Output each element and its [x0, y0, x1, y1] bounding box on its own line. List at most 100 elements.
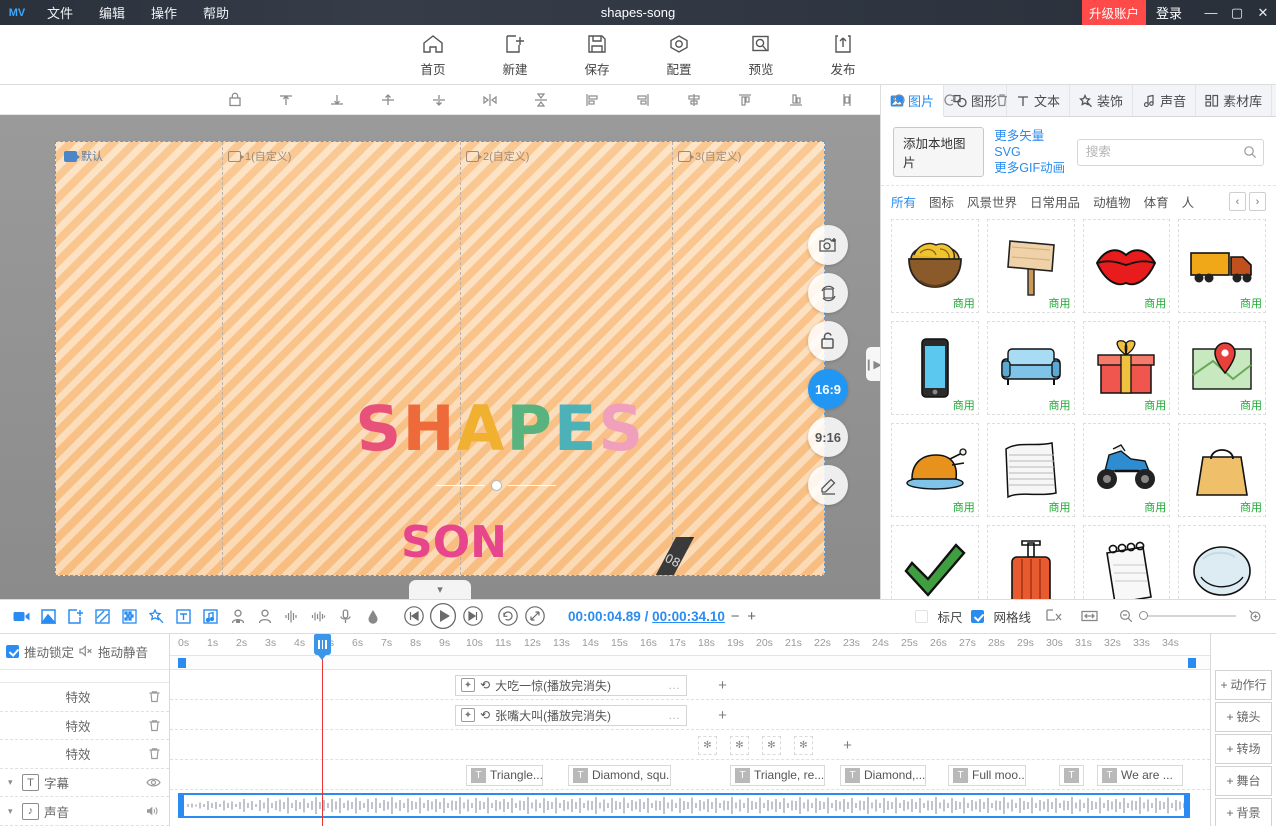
add-transition-button[interactable]: + 转场 [1215, 733, 1272, 764]
search-input[interactable] [1076, 138, 1264, 166]
eye-icon[interactable] [146, 777, 161, 788]
range-end-handle[interactable] [1188, 657, 1196, 668]
scene-label-default[interactable]: 默认 [64, 148, 103, 164]
range-start-handle[interactable] [178, 657, 186, 668]
track-row-effect-3[interactable]: ✻ ✻ ✻ ✻ + [170, 730, 1210, 760]
align-top-icon[interactable] [279, 92, 293, 108]
scene-label-1[interactable]: 1(自定义) [228, 148, 291, 164]
tab-sound[interactable]: 声音 [1133, 85, 1197, 116]
login-button[interactable]: 登录 [1156, 3, 1182, 22]
align-top2-icon[interactable] [738, 92, 752, 108]
add-background-button[interactable]: + 背景 [1215, 797, 1272, 826]
track-row-effect-1[interactable]: ✦ ⟲ 大吃一惊(播放完消失) … + [170, 670, 1210, 700]
chevron-down-icon[interactable]: ▾ [8, 777, 22, 788]
total-time[interactable]: 00:00:34.10 [652, 609, 725, 624]
add-effect-button[interactable]: + [713, 675, 732, 696]
subtitle-clip[interactable]: T Diamond, squ... [568, 764, 671, 786]
ratio-9-16-button[interactable]: 9:16 [808, 417, 848, 457]
trash-icon[interactable] [148, 690, 161, 703]
close-button[interactable]: ✕ [1250, 0, 1276, 25]
subtitle-clip[interactable]: T Diamond,... [840, 764, 926, 786]
playhead-line[interactable] [322, 633, 323, 826]
push-lock-checkbox[interactable] [6, 644, 19, 658]
asset-item-suitcase[interactable] [986, 525, 1075, 599]
ratio-16-9-button[interactable]: 16:9 [808, 369, 848, 409]
zoom-track[interactable] [1139, 611, 1236, 621]
play-button[interactable] [427, 600, 459, 632]
playhead-handle[interactable] [314, 633, 331, 660]
canvas-subtitle-text[interactable]: SON [401, 517, 507, 568]
zoom-slider[interactable] [1112, 603, 1268, 630]
scene-label-2[interactable]: 2(自定义) [466, 148, 529, 164]
fullscreen-icon[interactable] [521, 603, 548, 630]
timeline-marker-row[interactable] [170, 655, 1210, 670]
asset-item-red-lips[interactable]: 商用 [1082, 219, 1171, 313]
asset-item-noodle-bowl[interactable]: 商用 [891, 219, 979, 313]
audio-clip-right-handle[interactable] [1184, 794, 1188, 816]
effect-chip[interactable]: ✻ [730, 735, 749, 755]
align-middle-icon[interactable] [381, 92, 395, 108]
distribute-v-icon[interactable] [432, 92, 446, 108]
align-center-icon[interactable] [687, 92, 701, 108]
stage-collapse-tab[interactable]: ▾ [409, 579, 471, 599]
video-canvas[interactable]: 默认 1(自定义) 2(自定义) 3(自定义) SHAPES SON 08 [55, 141, 825, 576]
toolbar-preview-button[interactable]: 预览 [739, 32, 783, 78]
asset-item-gift-box[interactable]: 商用 [1082, 321, 1171, 415]
asset-item-truck[interactable]: 商用 [1178, 219, 1266, 313]
upgrade-account-button[interactable]: 升级账户 [1081, 0, 1146, 25]
mosaic-icon[interactable] [116, 603, 143, 630]
next-frame-icon[interactable] [459, 603, 486, 630]
add-camera-button[interactable]: + 镜头 [1215, 701, 1272, 732]
undo-icon[interactable] [891, 92, 906, 108]
trash-icon[interactable] [148, 747, 161, 760]
maximize-button[interactable]: ▢ [1224, 0, 1250, 25]
asset-item-bowl[interactable] [1178, 525, 1266, 599]
redo-icon[interactable] [943, 92, 958, 108]
subtitle-clip[interactable]: T [1059, 764, 1084, 786]
tab-library[interactable]: 素材库 [1196, 85, 1273, 116]
zoom-in-icon[interactable] [1241, 603, 1268, 630]
tab-decoration[interactable]: 装饰 [1070, 85, 1134, 116]
prev-frame-icon[interactable] [400, 603, 427, 630]
zoom-out-icon[interactable] [1112, 603, 1139, 630]
add-snapshot-icon[interactable] [808, 225, 848, 265]
toolbar-home-button[interactable]: 首页 [411, 32, 455, 78]
category-nature[interactable]: 动植物 [1093, 192, 1131, 211]
track-header-subtitle[interactable]: ▾ T 字幕 [0, 769, 169, 798]
category-all[interactable]: 所有 [891, 192, 916, 211]
refresh-icon[interactable] [808, 273, 848, 313]
trash-icon[interactable] [148, 719, 161, 732]
mic-icon[interactable] [332, 603, 359, 630]
asset-item-smartphone[interactable]: 商用 [891, 321, 979, 415]
category-sports[interactable]: 体育 [1144, 192, 1169, 211]
text-tool-icon[interactable] [170, 603, 197, 630]
tab-text[interactable]: 文本 [1007, 85, 1071, 116]
category-daily[interactable]: 日常用品 [1030, 192, 1080, 211]
track-header-effect-2[interactable]: 特效 [0, 712, 169, 741]
asset-item-motorcycle[interactable]: 商用 [1082, 423, 1171, 517]
magic-wand-icon[interactable] [143, 603, 170, 630]
align-right-icon[interactable] [636, 92, 650, 108]
effect-chip[interactable]: ✻ [762, 735, 781, 755]
canvas-title-text[interactable]: SHAPES [354, 390, 645, 466]
track-row-subtitle[interactable]: T Triangle... T Diamond, squ... T Triang… [170, 760, 1210, 790]
asset-item-roast-chicken[interactable]: 商用 [891, 423, 979, 517]
subtitle-clip[interactable]: T Triangle, re... [730, 764, 825, 786]
gridline-checkbox[interactable] [971, 609, 985, 623]
category-icons[interactable]: 图标 [929, 192, 954, 211]
video-clip-icon[interactable] [8, 603, 35, 630]
person-icon[interactable] [224, 603, 251, 630]
flip-h-icon[interactable] [483, 92, 497, 108]
category-landscape[interactable]: 风景世界 [967, 192, 1017, 211]
audio-clip-left-handle[interactable] [180, 794, 184, 816]
add-effect-button[interactable]: + [838, 735, 857, 756]
audio-wave-icon[interactable] [278, 603, 305, 630]
add-scene-icon[interactable] [62, 603, 89, 630]
distribute-h-icon[interactable] [840, 92, 854, 108]
effect-chip[interactable]: ✻ [698, 735, 717, 755]
canvas-stage[interactable]: 默认 1(自定义) 2(自定义) 3(自定义) SHAPES SON 08 16… [0, 115, 880, 599]
delete-icon[interactable] [995, 92, 1009, 108]
minimize-button[interactable]: — [1198, 0, 1224, 25]
chevron-right-icon[interactable]: › [1249, 192, 1266, 211]
toolbar-config-button[interactable]: 配置 [657, 32, 701, 78]
